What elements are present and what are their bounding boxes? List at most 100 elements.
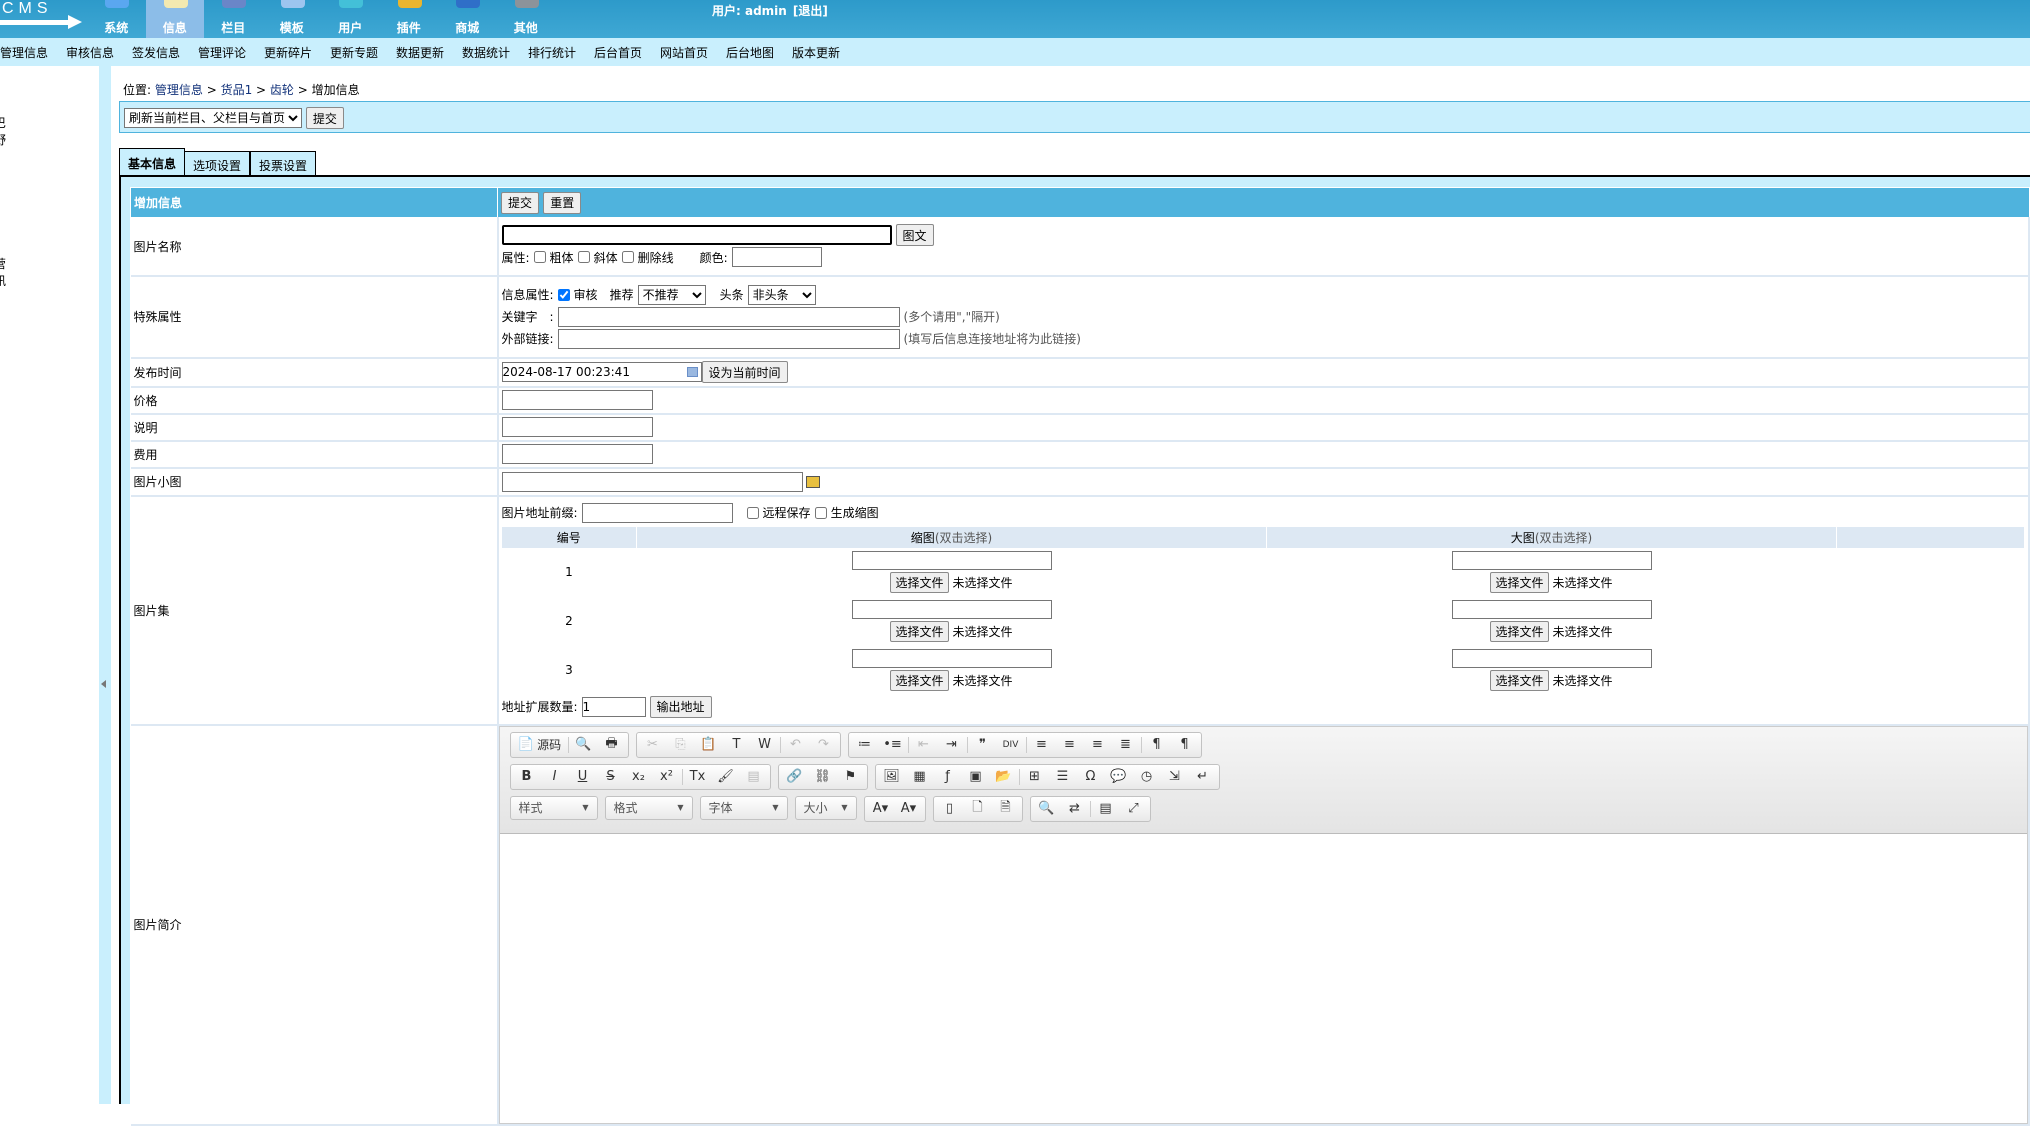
headline-select[interactable]: 非头条: [747, 284, 816, 305]
line-break-icon[interactable]: ↵: [1189, 766, 1217, 788]
tab-vote-settings[interactable]: 投票设置: [250, 151, 317, 175]
page-break-icon[interactable]: ⇲: [1161, 766, 1189, 788]
strike-checkbox[interactable]: [621, 251, 634, 264]
keywords-input[interactable]: [557, 306, 900, 327]
image-select-icon[interactable]: [806, 475, 821, 488]
maximize-icon[interactable]: ⤢: [1120, 798, 1148, 820]
table-icon[interactable]: ⊞: [1021, 766, 1049, 788]
menu-item[interactable]: 管理信息: [0, 44, 58, 61]
remote-save-checkbox[interactable]: [746, 506, 759, 519]
blockquote-icon[interactable]: ❞: [969, 734, 997, 756]
italic-checkbox[interactable]: [577, 251, 590, 264]
anchor-icon[interactable]: ⚑: [837, 766, 865, 788]
nav-item-0[interactable]: 系统: [87, 0, 146, 38]
align-center-icon[interactable]: ≡: [1056, 734, 1084, 756]
tab-basic-info[interactable]: 基本信息: [119, 148, 186, 175]
menu-item[interactable]: 数据统计: [462, 44, 520, 61]
color-input[interactable]: [731, 247, 822, 268]
thumb-url-input[interactable]: [851, 600, 1052, 619]
align-left-icon[interactable]: ≡: [1028, 734, 1056, 756]
combo-2[interactable]: 字体 ▼: [699, 795, 788, 820]
menu-item[interactable]: 签发信息: [132, 44, 190, 61]
format-painter-icon[interactable]: 🖌: [712, 766, 740, 788]
menu-item[interactable]: 管理评论: [198, 44, 256, 61]
preview-icon[interactable]: 🔍: [570, 734, 598, 756]
set-current-time-button[interactable]: 设为当前时间: [701, 361, 788, 383]
choose-file-button[interactable]: 选择文件: [1490, 572, 1549, 593]
publish-time-input[interactable]: [501, 362, 702, 382]
redo-icon[interactable]: ↷: [810, 734, 838, 756]
subscript-icon[interactable]: x₂: [625, 766, 653, 788]
rtl-icon[interactable]: ¶: [1171, 734, 1199, 756]
strike-icon[interactable]: S: [597, 766, 625, 788]
thumbnail-input[interactable]: [501, 471, 803, 492]
flash-icon[interactable]: ƒ: [934, 766, 962, 788]
calendar-icon[interactable]: [686, 367, 698, 377]
indent-icon[interactable]: ⇥: [938, 734, 966, 756]
expand-count-input[interactable]: [581, 696, 646, 717]
menu-item[interactable]: 更新碎片: [264, 44, 322, 61]
bulleted-list-icon[interactable]: •≡: [879, 734, 907, 756]
sidebar-item[interactable]: 营: [0, 255, 6, 272]
breadcrumb-link[interactable]: 管理信息: [155, 83, 203, 97]
refresh-select[interactable]: 刷新当前栏目、父栏目与首页: [124, 108, 302, 128]
reset-button[interactable]: 重置: [543, 191, 582, 214]
image-icon[interactable]: 🖼: [878, 766, 906, 788]
paste-text-icon[interactable]: T: [723, 734, 751, 756]
calendar-table-icon[interactable]: ▦: [906, 766, 934, 788]
paste-word-icon[interactable]: W: [751, 734, 779, 756]
menu-item[interactable]: 数据更新: [396, 44, 454, 61]
undo-icon[interactable]: ↶: [782, 734, 810, 756]
bold-icon[interactable]: B: [513, 766, 541, 788]
show-blocks-icon[interactable]: ▯: [936, 798, 964, 820]
prefix-input[interactable]: [581, 502, 733, 523]
check-checkbox[interactable]: [557, 288, 570, 301]
collapse-arrow-icon[interactable]: [101, 680, 106, 688]
combo-3[interactable]: 大小 ▼: [794, 795, 857, 820]
sidebar-item[interactable]: 讯: [0, 272, 6, 289]
underline-icon[interactable]: U: [569, 766, 597, 788]
unlink-icon[interactable]: ⛓: [809, 766, 837, 788]
recommend-select[interactable]: 不推荐: [637, 284, 706, 305]
large-url-input[interactable]: [1451, 551, 1652, 570]
sidebar-item[interactable]: 野: [0, 131, 6, 148]
submit-button[interactable]: 提交: [501, 191, 540, 214]
copy-icon[interactable]: ⎘: [667, 734, 695, 756]
thumb-url-input[interactable]: [851, 649, 1052, 668]
speech-bubble-icon[interactable]: 💬: [1105, 766, 1133, 788]
editor-content[interactable]: [500, 834, 2028, 1134]
menu-item[interactable]: 后台首页: [594, 44, 652, 61]
menu-item[interactable]: 审核信息: [66, 44, 124, 61]
template-icon[interactable]: 🗎: [992, 798, 1020, 820]
breadcrumb-link[interactable]: 齿轮: [270, 83, 294, 97]
media-icon[interactable]: ▣: [962, 766, 990, 788]
title-input[interactable]: [501, 225, 892, 246]
italic-icon[interactable]: I: [541, 766, 569, 788]
numbered-list-icon[interactable]: ≔: [851, 734, 879, 756]
fee-input[interactable]: [501, 444, 653, 464]
outdent-icon[interactable]: ⇤: [910, 734, 938, 756]
select-all-icon[interactable]: ▤: [1092, 798, 1120, 820]
choose-file-button[interactable]: 选择文件: [890, 572, 949, 593]
choose-file-button[interactable]: 选择文件: [1490, 621, 1549, 642]
nav-item-3[interactable]: 模板: [263, 0, 322, 38]
superscript-icon[interactable]: x²: [653, 766, 681, 788]
nav-item-7[interactable]: 其他: [497, 0, 556, 38]
nav-item-2[interactable]: 栏目: [204, 0, 263, 38]
image-text-button[interactable]: 图文: [895, 224, 934, 247]
nav-item-6[interactable]: 商城: [438, 0, 497, 38]
price-input[interactable]: [501, 390, 653, 410]
export-address-button[interactable]: 输出地址: [649, 695, 712, 718]
choose-file-button[interactable]: 选择文件: [890, 670, 949, 691]
choose-file-button[interactable]: 选择文件: [890, 621, 949, 642]
nav-item-1[interactable]: 信息: [145, 0, 204, 38]
menu-item[interactable]: 网站首页: [660, 44, 718, 61]
remove-format-icon[interactable]: Tx: [684, 766, 712, 788]
large-url-input[interactable]: [1451, 600, 1652, 619]
horizontal-rule-icon[interactable]: ☰: [1049, 766, 1077, 788]
paste-icon[interactable]: 📋: [695, 734, 723, 756]
justify-icon[interactable]: ≣: [1112, 734, 1140, 756]
sidebar-splitter[interactable]: [99, 66, 111, 1104]
tab-option-settings[interactable]: 选项设置: [184, 151, 251, 175]
external-link-input[interactable]: [557, 328, 900, 349]
